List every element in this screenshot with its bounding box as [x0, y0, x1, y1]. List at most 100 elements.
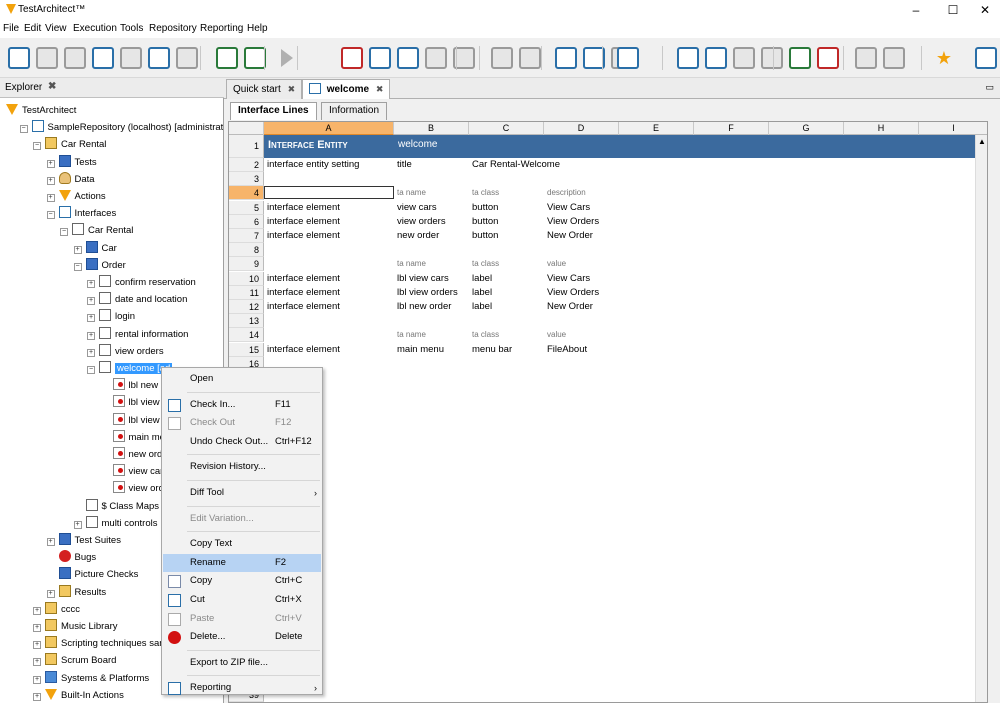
cell-c[interactable]: button	[469, 229, 544, 243]
minimize-button[interactable]: –	[906, 2, 926, 18]
tree-item[interactable]: new orde	[101, 447, 168, 463]
help-icon[interactable]	[975, 47, 997, 69]
cell-b[interactable]	[394, 314, 469, 328]
record-icon[interactable]	[341, 47, 363, 69]
column-header-i[interactable]: I	[919, 122, 987, 135]
cell-d[interactable]: New Order	[544, 229, 619, 243]
cell-b[interactable]: lbl view orders	[394, 286, 469, 300]
menu-item-export-to-zip-file[interactable]: Export to ZIP file...	[163, 654, 321, 672]
vertical-scrollbar[interactable]: ▲	[975, 135, 987, 702]
menu-help[interactable]: Help	[247, 23, 268, 34]
cell-b[interactable]: lbl view cars	[394, 272, 469, 286]
tree-item[interactable]: + Data	[46, 171, 95, 188]
new-icon[interactable]	[8, 47, 30, 69]
tree-item[interactable]: lbl view o	[101, 412, 168, 429]
menu-item-reporting[interactable]: Reporting ›	[163, 679, 321, 697]
stop-icon[interactable]	[369, 47, 391, 69]
cell-b[interactable]: main menu	[394, 343, 469, 357]
expander-icon[interactable]: +	[33, 658, 41, 667]
tree-item[interactable]: + view orders	[87, 343, 164, 360]
menu-item-copy[interactable]: Copy Ctrl+C	[163, 572, 321, 590]
menu-item-open[interactable]: Open	[163, 370, 321, 388]
tree-item[interactable]: − welcome [ad	[87, 361, 173, 377]
menu-item-check-out[interactable]: Check Out F12	[163, 414, 321, 432]
tree-item[interactable]: TestArchitect	[6, 103, 76, 119]
save-all-icon[interactable]	[64, 47, 86, 69]
cell-c[interactable]	[469, 357, 544, 371]
menu-item-diff-tool[interactable]: Diff Tool ›	[163, 484, 321, 502]
tree-item[interactable]: − SampleRepository (localhost) [administr…	[19, 120, 223, 136]
add-test-icon[interactable]	[216, 47, 238, 69]
cell-a[interactable]: interface element	[264, 215, 394, 229]
cell-d[interactable]: New Order	[544, 300, 619, 314]
expander-icon[interactable]: +	[46, 589, 55, 598]
subtab-information[interactable]: Information	[321, 102, 388, 120]
column-header-h[interactable]: H	[844, 122, 919, 135]
tree-item[interactable]: + Music Library	[33, 619, 118, 635]
menu-item-cut[interactable]: Cut Ctrl+X	[163, 591, 321, 609]
tree-item[interactable]: main men	[101, 429, 170, 446]
expander-icon[interactable]: +	[33, 641, 41, 650]
expander-icon[interactable]: +	[73, 245, 82, 254]
cell-a[interactable]	[264, 257, 394, 271]
cell-d[interactable]: View Orders	[544, 215, 619, 229]
comment-icon[interactable]	[733, 47, 755, 69]
tree-item[interactable]: lbl new o	[101, 378, 166, 394]
expander-icon[interactable]: +	[33, 624, 41, 632]
maximize-button[interactable]: ☐	[943, 2, 963, 18]
save-icon[interactable]	[36, 47, 58, 69]
tree-item[interactable]: + Car	[73, 240, 117, 257]
tree-item[interactable]: + Test Suites	[46, 533, 121, 549]
spreadsheet[interactable]: ABCDEFGHI Interface Entity welcome 1 2 in…	[228, 121, 988, 703]
expander-icon[interactable]: −	[73, 262, 82, 271]
star-icon[interactable]: ★	[933, 47, 955, 69]
menu-item-rename[interactable]: Rename F2	[163, 553, 321, 572]
expander-icon[interactable]: −	[46, 211, 55, 220]
cell-d[interactable]: value	[544, 328, 619, 342]
cell-a[interactable]: interface entity setting	[264, 158, 394, 172]
cell-a[interactable]: interface element	[264, 343, 394, 357]
cell-c[interactable]: ta class	[469, 257, 544, 271]
breakpoint-icon[interactable]	[491, 47, 513, 69]
menu-item-paste[interactable]: Paste Ctrl+V	[163, 610, 321, 628]
cell-b[interactable]: view orders	[394, 215, 469, 229]
cell-b[interactable]	[394, 172, 469, 186]
tree-item[interactable]: + Scripting techniques samp	[33, 636, 172, 652]
expander-icon[interactable]: +	[46, 176, 55, 185]
menu-item-check-in[interactable]: Check In... F11	[163, 396, 321, 414]
menu-reporting[interactable]: Reporting	[200, 23, 243, 34]
expander-icon[interactable]: −	[87, 366, 95, 374]
check-out-icon[interactable]	[120, 47, 142, 69]
tab-close-icon[interactable]: ✖	[288, 84, 296, 94]
cell-c[interactable]	[469, 314, 544, 328]
subtab-interface-lines[interactable]: Interface Lines	[230, 102, 317, 120]
cell-b[interactable]: ta name	[394, 328, 469, 342]
cell-d[interactable]: View Orders	[544, 286, 619, 300]
maximize-panel-icon[interactable]: ▭	[985, 82, 994, 93]
cell-d[interactable]: description	[544, 186, 619, 200]
menu-item-edit-variation[interactable]: Edit Variation...	[163, 510, 321, 528]
debug-icon[interactable]	[855, 47, 877, 69]
expander-icon[interactable]: −	[60, 228, 68, 237]
tree-item[interactable]: − Interfaces	[46, 206, 116, 222]
cell-c[interactable]: ta class	[469, 186, 544, 200]
cell-d[interactable]: value	[544, 257, 619, 271]
cell-c[interactable]	[469, 172, 544, 186]
tree-item[interactable]: + Scrum Board	[33, 653, 116, 669]
tree-item[interactable]: view cars	[101, 464, 168, 480]
step-icon[interactable]	[397, 47, 419, 69]
tree-item[interactable]: Picture Checks	[47, 567, 138, 583]
column-header-c[interactable]: C	[469, 122, 544, 135]
cell-d[interactable]	[544, 314, 619, 328]
cell-d[interactable]: FileAbout	[544, 343, 619, 357]
expander-icon[interactable]: +	[73, 520, 82, 529]
tree-item[interactable]: − Order	[73, 257, 126, 274]
tree-item[interactable]: $ Class Maps	[74, 498, 159, 515]
menu-file[interactable]: File	[3, 23, 19, 34]
column-header-d[interactable]: D	[544, 122, 619, 135]
cell-c[interactable]: button	[469, 201, 544, 215]
menu-tools[interactable]: Tools	[120, 23, 143, 34]
tree-item[interactable]: − Car Rental	[33, 137, 106, 153]
interface-entity-header-row[interactable]: Interface Entity welcome	[264, 135, 987, 158]
find-icon[interactable]	[705, 47, 727, 69]
